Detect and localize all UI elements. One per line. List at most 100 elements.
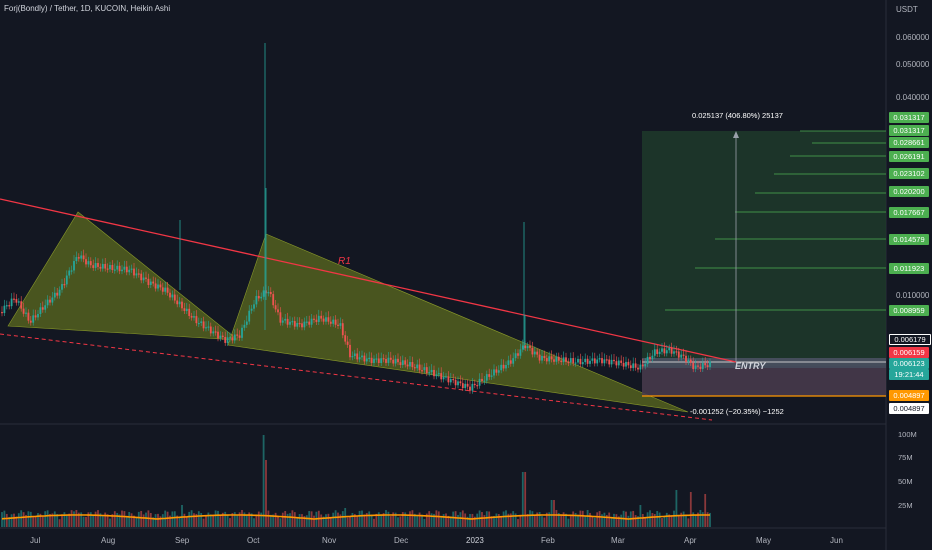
price-tag: 0.026191	[889, 151, 929, 162]
chart-title: Forj(Bondly) / Tether, 1D, KUCOIN, Heiki…	[4, 4, 171, 13]
volume-bar	[452, 511, 455, 527]
volume-bar	[505, 510, 507, 527]
time-label: Jun	[830, 536, 843, 545]
volume-bar	[104, 512, 107, 527]
volume-bar	[85, 516, 87, 527]
volume-bar	[560, 515, 563, 527]
volume-bar	[387, 511, 390, 527]
volume-bar	[313, 515, 315, 527]
volume-label: 50M	[898, 477, 913, 486]
volume-bar	[651, 513, 654, 527]
volume-bar	[389, 516, 392, 527]
volume-bar	[485, 511, 488, 527]
volume-bar	[214, 510, 217, 527]
volume-bar	[58, 519, 61, 527]
volume-bar	[44, 511, 47, 527]
volume-bar	[644, 517, 647, 527]
volume-bar	[541, 516, 543, 527]
volume-bar	[521, 472, 524, 527]
volume-bar	[305, 515, 308, 527]
volume-bar	[140, 510, 143, 527]
volume-bar	[145, 512, 147, 527]
volume-bar	[418, 512, 421, 527]
volume-bar	[361, 510, 363, 527]
volume-bar	[524, 472, 527, 527]
time-label: Sep	[175, 536, 190, 545]
volume-bar	[325, 514, 327, 527]
volume-bar	[197, 511, 200, 527]
volume-bar	[92, 515, 95, 527]
volume-bar	[217, 510, 219, 527]
volume-bar	[166, 511, 169, 527]
volume-bar	[241, 510, 243, 527]
volume-bar	[620, 514, 623, 527]
volume-bar	[346, 517, 349, 527]
volume-bar	[161, 514, 164, 527]
volume-bar	[320, 514, 323, 527]
volume-bar	[699, 510, 702, 527]
time-label: Nov	[322, 536, 337, 545]
price-tag: 0.006179	[889, 334, 931, 345]
time-label: Aug	[101, 536, 116, 545]
volume-bar	[673, 510, 675, 527]
price-label: 0.040000	[896, 93, 930, 102]
volume-bar	[10, 514, 13, 527]
volume-bar	[274, 512, 277, 527]
volume-bar	[543, 517, 546, 527]
volume-bar	[109, 518, 111, 527]
volume-bar	[531, 511, 534, 527]
volume-bar	[661, 518, 663, 527]
volume-bar	[416, 514, 419, 527]
volume-bar	[569, 514, 572, 527]
volume-bar	[123, 511, 126, 527]
volume-bar	[53, 511, 56, 527]
volume-bar	[495, 513, 498, 527]
time-label: Feb	[541, 536, 555, 545]
volume-bar	[154, 514, 157, 527]
volume-bar	[591, 515, 594, 527]
price-tag: 0.031317	[889, 125, 929, 136]
volume-bar	[440, 516, 443, 527]
price-tag: 0.006123	[889, 358, 929, 369]
volume-bar	[226, 515, 229, 527]
price-tag: 0.008959	[889, 305, 929, 316]
volume-bar	[567, 518, 570, 527]
volume-bar	[437, 511, 440, 527]
volume-bar	[29, 511, 32, 527]
volume-bar	[653, 513, 656, 527]
time-label: Dec	[394, 536, 409, 545]
price-tag: 0.011923	[889, 263, 929, 274]
volume-bar	[687, 518, 690, 527]
volume-bar	[173, 511, 176, 527]
volume-bar	[253, 518, 255, 527]
volume-bar	[137, 511, 140, 527]
chart-stage[interactable]: Forj(Bondly) / Tether, 1D, KUCOIN, Heiki…	[0, 0, 932, 550]
volume-bar	[224, 511, 227, 527]
volume-bar	[675, 490, 678, 527]
resistance-label: R1	[338, 256, 351, 267]
volume-bar	[37, 513, 39, 527]
volume-bar	[128, 512, 131, 527]
volume-bar	[639, 505, 642, 527]
volume-bar	[171, 511, 174, 527]
volume-bar	[121, 510, 123, 527]
volume-bar	[649, 510, 651, 527]
volume-bar	[529, 510, 531, 527]
price-tag: 0.004897	[889, 390, 929, 401]
volume-bar	[183, 513, 186, 527]
volume-bar	[397, 517, 399, 527]
volume-bar	[481, 512, 483, 527]
volume-bar	[351, 512, 354, 527]
price-tag: 0.031317	[889, 112, 929, 123]
volume-bar	[185, 517, 188, 527]
volume-label: 100M	[898, 430, 917, 439]
volume-bar	[459, 512, 462, 527]
price-chart[interactable]	[0, 0, 932, 550]
volume-bar	[689, 492, 692, 527]
volume-bar	[277, 515, 279, 527]
volume-bar	[82, 516, 85, 527]
volume-bar	[289, 513, 291, 527]
volume-bar	[423, 518, 426, 527]
volume-bar	[572, 511, 575, 527]
volume-bar	[385, 510, 387, 527]
